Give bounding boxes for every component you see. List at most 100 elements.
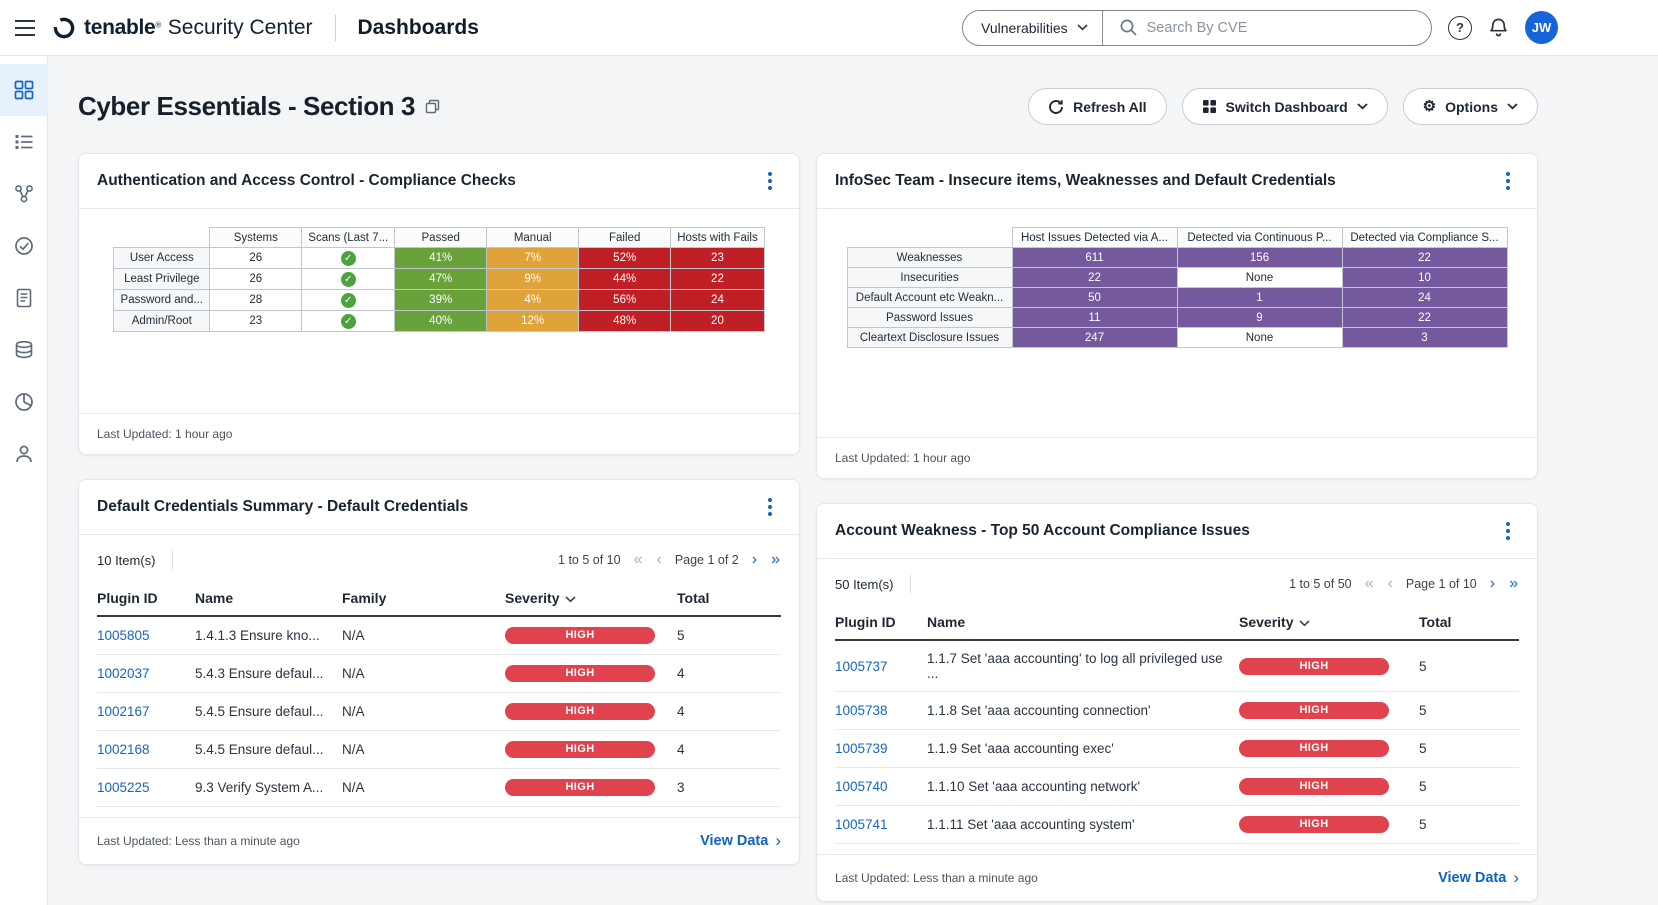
- total-cell: 4: [677, 693, 781, 731]
- next-page-button[interactable]: ›: [1489, 576, 1496, 592]
- plugin-id-link[interactable]: 1005739: [835, 741, 888, 756]
- table-row: Cleartext Disclosure Issues 247 None 3: [847, 328, 1507, 348]
- bell-icon: [1488, 17, 1509, 39]
- column-header-family: Family: [342, 581, 505, 616]
- user-icon: [14, 444, 34, 464]
- column-header-severity[interactable]: Severity: [505, 581, 677, 616]
- total-cell: 5: [1419, 768, 1519, 806]
- next-page-button[interactable]: ›: [751, 552, 758, 568]
- widget-menu-button[interactable]: [1497, 168, 1519, 194]
- view-data-button[interactable]: View Data ›: [700, 831, 781, 851]
- sidebar-item-analysis[interactable]: [0, 116, 48, 168]
- value-cell: 24: [1342, 288, 1507, 308]
- help-button[interactable]: ?: [1448, 16, 1472, 40]
- auth-compliance-table: Systems Scans (Last 7... Passed Manual F…: [113, 227, 764, 332]
- widget-menu-button[interactable]: [759, 494, 781, 520]
- hamburger-menu-button[interactable]: [14, 19, 36, 37]
- sidebar-item-scans[interactable]: [0, 168, 48, 220]
- sidebar-item-reporting[interactable]: [0, 272, 48, 324]
- systems-cell: 26: [210, 248, 302, 269]
- item-count: 10 Item(s): [97, 553, 156, 568]
- severity-badge: HIGH: [1239, 658, 1389, 675]
- table-row: Password and... 28 ✓ 39% 4% 56% 24: [114, 290, 764, 311]
- options-button[interactable]: ⚙ Options: [1403, 88, 1538, 125]
- total-cell: 3: [677, 769, 781, 807]
- last-updated: Last Updated: 1 hour ago: [79, 413, 799, 454]
- refresh-all-button[interactable]: Refresh All: [1028, 88, 1166, 125]
- value-cell: None: [1177, 328, 1342, 348]
- column-header: Detected via Compliance S...: [1342, 228, 1507, 248]
- user-avatar[interactable]: JW: [1525, 11, 1558, 44]
- prev-page-button[interactable]: ‹: [655, 552, 662, 568]
- search-input[interactable]: [1147, 20, 1415, 36]
- help-icon: ?: [1456, 20, 1464, 35]
- copy-dashboard-name-button[interactable]: [425, 99, 440, 114]
- severity-badge: HIGH: [1239, 778, 1389, 795]
- plugin-id-link[interactable]: 1002037: [97, 666, 150, 681]
- sidebar-item-workflow[interactable]: [0, 376, 48, 428]
- column-header-name: Name: [927, 605, 1239, 640]
- value-cell: 1: [1177, 288, 1342, 308]
- widget-menu-button[interactable]: [1497, 518, 1519, 544]
- row-label: Password Issues: [847, 308, 1012, 328]
- divider: [910, 575, 911, 593]
- plugin-id-link[interactable]: 1005738: [835, 703, 888, 718]
- plugin-id-link[interactable]: 1002168: [97, 742, 150, 757]
- value-cell: 247: [1012, 328, 1177, 348]
- first-page-button[interactable]: «: [633, 552, 644, 568]
- plugin-id-link[interactable]: 1002167: [97, 704, 150, 719]
- widget-menu-button[interactable]: [759, 168, 781, 194]
- manual-cell: 4%: [487, 290, 579, 311]
- page-label: Page 1 of 10: [1406, 577, 1477, 591]
- first-page-button[interactable]: «: [1364, 576, 1375, 592]
- plugin-id-link[interactable]: 1005741: [835, 817, 888, 832]
- sidebar-item-dashboards[interactable]: [0, 64, 48, 116]
- plugin-id-link[interactable]: 1005740: [835, 779, 888, 794]
- search-scope-label: Vulnerabilities: [981, 20, 1068, 36]
- severity-badge: HIGH: [1239, 816, 1389, 833]
- gear-icon: ⚙: [1423, 99, 1436, 114]
- sidebar-item-assets[interactable]: [0, 324, 48, 376]
- notifications-button[interactable]: [1488, 17, 1509, 39]
- plugin-id-link[interactable]: 1005805: [97, 628, 150, 643]
- table-row: Weaknesses 611 156 22: [847, 248, 1507, 268]
- name-cell: 5.4.5 Ensure defaul...: [195, 693, 342, 731]
- total-cell: 5: [677, 616, 781, 655]
- check-circle-icon: ✓: [341, 272, 356, 287]
- table-row: 1002037 5.4.3 Ensure defaul... N/A HIGH …: [97, 655, 781, 693]
- column-header-total: Total: [1419, 605, 1519, 640]
- row-label: Admin/Root: [114, 311, 210, 332]
- layers-stack-icon: [14, 340, 34, 360]
- value-cell: None: [1177, 268, 1342, 288]
- avatar-initials: JW: [1532, 20, 1552, 35]
- family-cell: N/A: [342, 655, 505, 693]
- pie-chart-icon: [14, 392, 34, 412]
- widget-title: Default Credentials Summary - Default Cr…: [97, 498, 468, 516]
- name-cell: 1.1.7 Set 'aaa accounting' to log all pr…: [927, 640, 1239, 692]
- last-page-button[interactable]: »: [770, 552, 781, 568]
- chevron-down-icon: [1507, 103, 1518, 110]
- failed-cell: 56%: [579, 290, 671, 311]
- passed-cell: 47%: [395, 269, 487, 290]
- widget-title: Authentication and Access Control - Comp…: [97, 172, 516, 190]
- column-header-total: Total: [677, 581, 781, 616]
- search-scope-dropdown[interactable]: Vulnerabilities: [963, 11, 1103, 45]
- plugin-id-link[interactable]: 1005225: [97, 780, 150, 795]
- table-row: 1005741 1.1.11 Set 'aaa accounting syste…: [835, 806, 1519, 844]
- plugin-id-link[interactable]: 1005737: [835, 659, 888, 674]
- check-circle-icon: [14, 236, 34, 256]
- widget-infosec-team: InfoSec Team - Insecure items, Weaknesse…: [816, 153, 1538, 479]
- tenable-logo[interactable]: tenable® Security Center: [52, 16, 313, 40]
- infosec-table: Host Issues Detected via A... Detected v…: [847, 227, 1508, 348]
- scan-status-cell: ✓: [302, 290, 395, 311]
- brand-suffix: Security Center: [168, 16, 313, 39]
- prev-page-button[interactable]: ‹: [1387, 576, 1394, 592]
- total-cell: 4: [677, 655, 781, 693]
- view-data-button[interactable]: View Data ›: [1438, 868, 1519, 888]
- column-header-severity[interactable]: Severity: [1239, 605, 1419, 640]
- sidebar-item-users[interactable]: [0, 428, 48, 480]
- column-header: Hosts with Fails: [671, 228, 765, 248]
- sidebar-item-solutions[interactable]: [0, 220, 48, 272]
- switch-dashboard-button[interactable]: Switch Dashboard: [1182, 88, 1388, 125]
- last-page-button[interactable]: »: [1508, 576, 1519, 592]
